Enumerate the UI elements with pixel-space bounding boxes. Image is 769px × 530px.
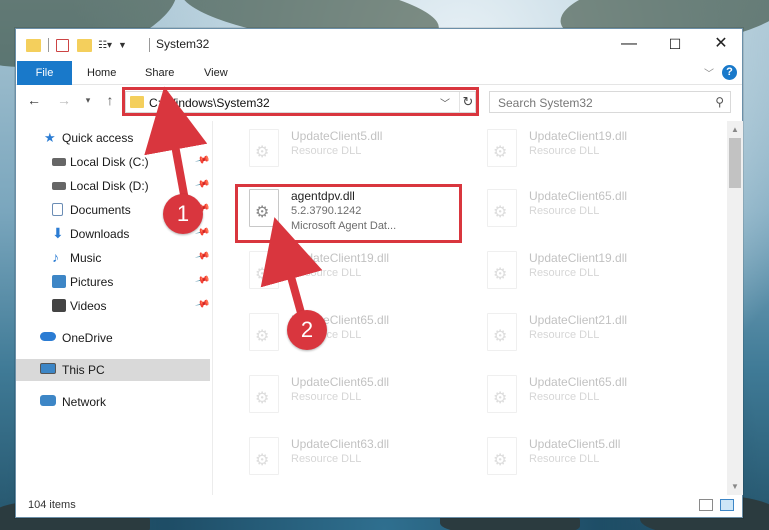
arrow-to-address-bar bbox=[144, 86, 208, 201]
annotation-arrows bbox=[144, 86, 323, 322]
arrow-to-file bbox=[260, 217, 323, 322]
step-1-badge: 1 bbox=[163, 194, 203, 234]
step-2-badge: 2 bbox=[287, 310, 327, 350]
